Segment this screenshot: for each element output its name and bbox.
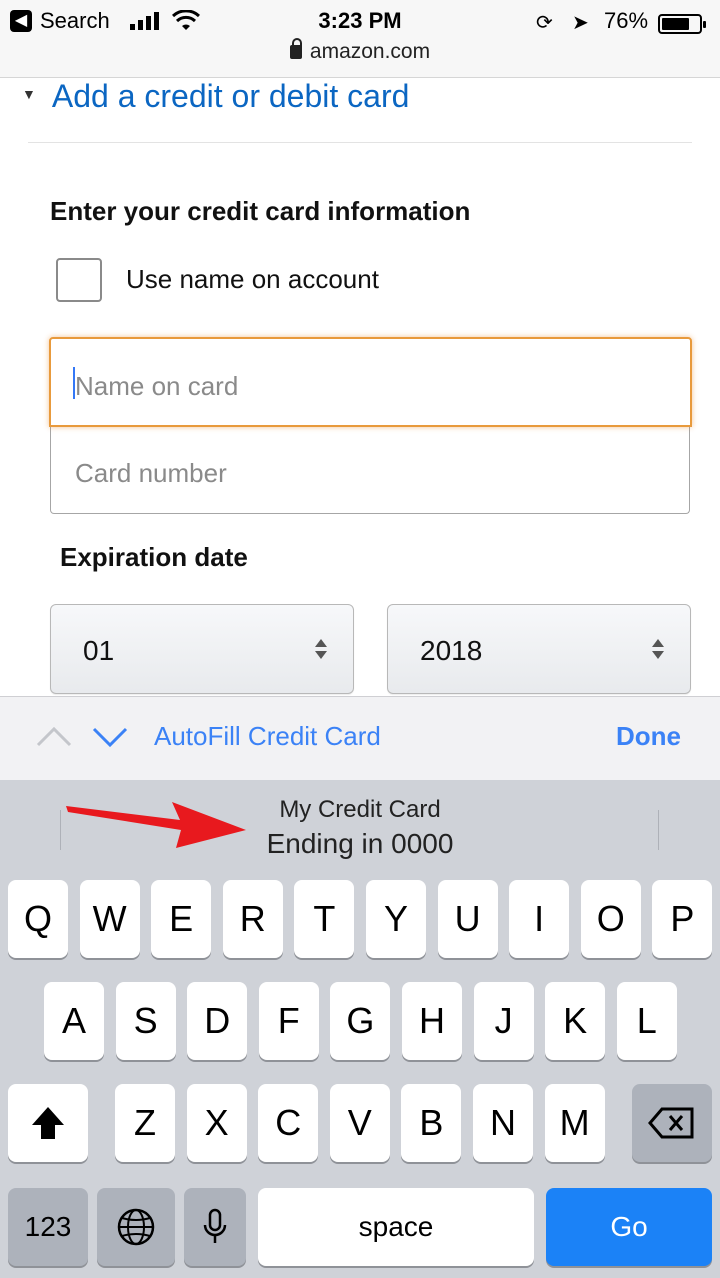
microphone-icon	[203, 1208, 227, 1243]
use-name-checkbox-label[interactable]: Use name on account	[126, 264, 379, 295]
card-number-input[interactable]: Card number	[50, 426, 690, 514]
delete-icon	[648, 1107, 694, 1139]
key-k[interactable]: K	[545, 982, 606, 1060]
month-value: 01	[83, 635, 115, 666]
keyboard: Q W E R T Y U I O P A S D F G H J K L Z X C V B N M 123 space Go	[0, 866, 720, 1278]
battery-percentage: 76%	[604, 8, 649, 33]
key-n[interactable]: N	[473, 1084, 533, 1162]
name-on-card-placeholder: Name on card	[75, 371, 239, 401]
add-card-link[interactable]: ▼ Add a credit or debit card	[22, 78, 409, 115]
name-on-card-input[interactable]: Name on card	[49, 337, 692, 427]
key-u[interactable]: U	[437, 880, 498, 958]
expiration-month-select[interactable]: 01	[50, 604, 354, 694]
key-i[interactable]: I	[509, 880, 570, 958]
key-d[interactable]: D	[187, 982, 248, 1060]
key-q[interactable]: Q	[8, 880, 68, 958]
select-arrows-icon	[652, 635, 664, 663]
key-e[interactable]: E	[151, 880, 212, 958]
globe-key[interactable]	[97, 1188, 175, 1266]
microphone-key[interactable]	[184, 1188, 246, 1266]
delete-key[interactable]	[632, 1084, 712, 1162]
key-c[interactable]: C	[258, 1084, 319, 1162]
divider	[28, 142, 692, 143]
key-s[interactable]: S	[115, 982, 176, 1060]
use-name-checkbox[interactable]	[56, 258, 102, 302]
disclosure-triangle-icon: ▼	[22, 86, 36, 102]
year-value: 2018	[420, 635, 483, 666]
key-a[interactable]: A	[44, 982, 104, 1060]
key-m[interactable]: M	[544, 1084, 605, 1162]
expiration-year-select[interactable]: 2018	[387, 604, 691, 694]
space-key[interactable]: space	[258, 1188, 534, 1266]
add-card-link-text: Add a credit or debit card	[51, 78, 410, 114]
lock-icon	[289, 38, 302, 59]
key-j[interactable]: J	[473, 982, 534, 1060]
next-field-chevron-down-icon[interactable]	[90, 717, 130, 757]
key-x[interactable]: X	[186, 1084, 247, 1162]
autofill-credit-card-button[interactable]: AutoFill Credit Card	[154, 721, 381, 752]
rotation-lock-icon: ⟳	[536, 12, 553, 34]
section-title: Enter your credit card information	[50, 196, 471, 226]
globe-icon	[117, 1208, 155, 1246]
key-z[interactable]: Z	[115, 1084, 175, 1162]
key-b[interactable]: B	[401, 1084, 462, 1162]
done-button[interactable]: Done	[616, 721, 681, 752]
battery-level	[662, 18, 689, 30]
key-t[interactable]: T	[294, 880, 355, 958]
expiration-title: Expiration date	[60, 542, 248, 572]
go-key[interactable]: Go	[546, 1188, 712, 1266]
url-text: amazon.com	[309, 40, 431, 63]
battery-icon	[658, 14, 706, 34]
status-bar: ◀ Search 3:23 PM ⟳ ➤ 76% amazon.com	[0, 0, 720, 78]
numbers-key[interactable]: 123	[8, 1188, 88, 1266]
key-f[interactable]: F	[258, 982, 319, 1060]
key-g[interactable]: G	[330, 982, 391, 1060]
key-h[interactable]: H	[402, 982, 462, 1060]
key-w[interactable]: W	[79, 880, 140, 958]
keyboard-accessory-bar: AutoFill Credit Card Done	[0, 696, 720, 780]
key-v[interactable]: V	[329, 1084, 390, 1162]
select-arrows-icon	[315, 635, 327, 663]
key-p[interactable]: P	[652, 880, 713, 958]
shift-key[interactable]	[8, 1084, 88, 1162]
key-r[interactable]: R	[222, 880, 283, 958]
previous-field-chevron-up-icon[interactable]	[34, 717, 74, 757]
shift-icon	[32, 1107, 64, 1139]
key-o[interactable]: O	[580, 880, 641, 958]
url-bar[interactable]: amazon.com	[0, 38, 720, 64]
annotation-arrow-icon	[66, 802, 246, 848]
card-number-placeholder: Card number	[75, 458, 227, 488]
location-arrow-icon: ➤	[572, 12, 589, 34]
key-y[interactable]: Y	[366, 880, 426, 958]
key-l[interactable]: L	[616, 982, 677, 1060]
